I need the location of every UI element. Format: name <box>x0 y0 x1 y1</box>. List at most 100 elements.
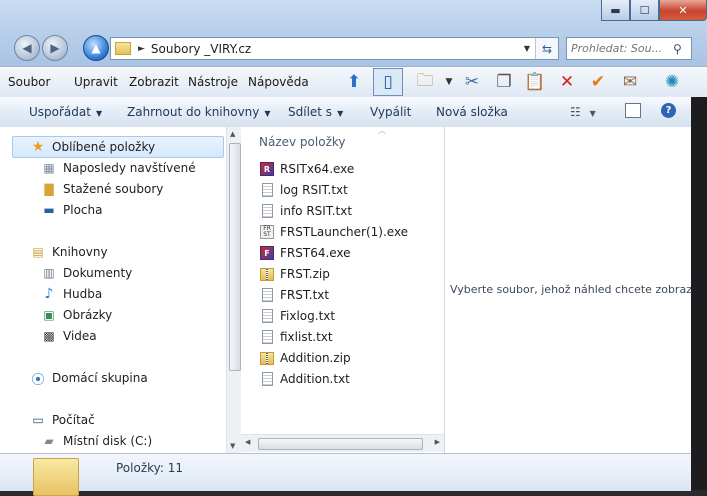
checkmark-icon[interactable]: ✔ <box>586 70 610 94</box>
maximize-button[interactable]: ☐ <box>630 0 659 21</box>
forward-button[interactable]: ▶ <box>42 35 68 61</box>
folder-icon <box>115 42 131 55</box>
copy-icon[interactable]: ❐ <box>492 70 516 94</box>
address-bar[interactable]: ► Soubory _VIRY.cz ▼ ⇆ <box>110 37 559 60</box>
chevron-down-icon: ▼ <box>337 109 344 118</box>
menu-edit[interactable]: Upravit <box>74 75 118 89</box>
file-row[interactable]: Fixlog.txt <box>259 306 335 326</box>
cut-icon[interactable]: ✂ <box>460 70 484 94</box>
sort-indicator-icon: ︿ <box>378 126 386 135</box>
text-file-icon <box>259 308 275 324</box>
hard-drive-icon: ▰ <box>44 434 54 448</box>
video-film-icon: ▩ <box>43 329 55 343</box>
scroll-right-icon[interactable]: ▶ <box>435 438 440 446</box>
downloads-folder-icon: ▇ <box>44 182 54 196</box>
zip-file-icon <box>259 350 275 366</box>
scroll-left-icon[interactable]: ◀ <box>245 438 250 446</box>
nav-favorites[interactable]: ★ Oblíbené položky <box>30 137 155 157</box>
preview-pane-icon[interactable] <box>625 103 641 118</box>
nav-pane-scrollbar[interactable]: ▲ ▼ <box>226 127 241 453</box>
desktop-background-strip <box>691 97 707 490</box>
burn-button[interactable]: Vypálit <box>370 105 411 119</box>
menu-tools[interactable]: Nástroje <box>188 75 238 89</box>
navigation-bar: ◀ ▶ ▲ ► Soubory _VIRY.cz ▼ ⇆ ⚲ <box>0 33 707 63</box>
nav-downloads[interactable]: ▇ Stažené soubory <box>41 179 163 199</box>
nav-homegroup[interactable]: ⦿ Domácí skupina <box>30 368 147 388</box>
star-icon: ★ <box>31 139 45 155</box>
nav-videos[interactable]: ▩ Videa <box>41 326 96 346</box>
nav-libraries[interactable]: ▤ Knihovny <box>30 242 107 262</box>
toolbar-pane-toggle-icon[interactable]: ▯ <box>373 68 403 96</box>
menu-view[interactable]: Zobrazit <box>129 75 179 89</box>
menu-file[interactable]: Soubor <box>8 75 50 89</box>
organize-button[interactable]: Uspořádat ▼ <box>29 105 102 119</box>
file-row[interactable]: FRST.zip <box>259 264 330 284</box>
delete-icon[interactable]: ✕ <box>555 70 579 94</box>
mail-icon[interactable]: ✉ <box>618 70 642 94</box>
file-row[interactable]: FRST.txt <box>259 285 329 305</box>
text-file-icon <box>259 287 275 303</box>
file-row[interactable]: Addition.txt <box>259 369 350 389</box>
nav-recent[interactable]: ▦ Naposledy navštívené <box>41 158 195 178</box>
nav-music[interactable]: ♪ Hudba <box>41 284 103 304</box>
rsit-exe-icon: R <box>259 161 275 177</box>
breadcrumb-current[interactable]: Soubory _VIRY.cz <box>151 42 251 56</box>
file-row[interactable]: fixlist.txt <box>259 327 333 347</box>
share-button[interactable]: Sdílet s ▼ <box>288 105 343 119</box>
documents-icon: ▥ <box>43 266 55 280</box>
text-file-icon <box>259 329 275 345</box>
search-box[interactable]: ⚲ <box>566 37 692 60</box>
zip-file-icon <box>259 266 275 282</box>
nav-desktop[interactable]: ▬ Plocha <box>41 200 102 220</box>
forward-arrow-icon: ▶ <box>50 41 60 55</box>
view-options-icon[interactable]: ☷ ▼ <box>570 105 596 119</box>
text-file-icon <box>259 371 275 387</box>
back-arrow-icon: ◀ <box>22 41 32 55</box>
scroll-down-icon[interactable]: ▼ <box>230 442 235 450</box>
close-button[interactable]: ✕ <box>659 0 707 21</box>
back-button[interactable]: ◀ <box>14 35 40 61</box>
frst-launcher-icon: FR ST <box>259 224 275 240</box>
explorer-window: ▬ ☐ ✕ ◀ ▶ ▲ ► Soubory _VIRY.cz ▼ ⇆ ⚲ Sou… <box>0 0 707 496</box>
refresh-icon: ⇆ <box>541 41 553 56</box>
details-pane: Položky: 11 <box>0 453 691 496</box>
search-icon[interactable]: ⚲ <box>673 42 682 56</box>
scroll-up-icon[interactable]: ▲ <box>230 130 235 138</box>
help-icon[interactable]: ? <box>661 103 676 118</box>
file-row[interactable]: info RSIT.txt <box>259 201 352 221</box>
refresh-button[interactable]: ⇆ <box>535 38 558 59</box>
file-list-horizontal-scrollbar[interactable]: ◀ ▶ <box>241 434 444 452</box>
column-header-name[interactable]: Název položky <box>259 135 345 149</box>
toolbar-properties-icon[interactable]: 🗀 <box>413 70 437 94</box>
minimize-button[interactable]: ▬ <box>601 0 630 21</box>
up-button[interactable]: ▲ <box>83 35 109 61</box>
nav-computer[interactable]: ▭ Počítač <box>30 410 94 430</box>
new-folder-button[interactable]: Nová složka <box>436 105 508 119</box>
file-row[interactable]: R RSITx64.exe <box>259 159 354 179</box>
preview-pane: Vyberte soubor, jehož náhled chcete zobr… <box>445 127 703 453</box>
file-row[interactable]: log RSIT.txt <box>259 180 348 200</box>
file-row[interactable]: F FRST64.exe <box>259 243 351 263</box>
add-to-library-button[interactable]: Zahrnout do knihovny ▼ <box>127 105 271 119</box>
up-arrow-icon: ▲ <box>91 41 101 55</box>
file-row[interactable]: FR ST FRSTLauncher(1).exe <box>259 222 408 242</box>
toolbar-up-icon[interactable]: ⬆ <box>342 70 366 94</box>
chevron-down-icon: ▼ <box>95 109 103 118</box>
command-bar: Uspořádat ▼ Zahrnout do knihovny ▼ Sdílet … <box>0 97 707 128</box>
caption-buttons: ▬ ☐ ✕ <box>601 0 707 22</box>
nav-documents[interactable]: ▥ Dokumenty <box>41 263 132 283</box>
address-dropdown-icon[interactable]: ▼ <box>524 44 530 53</box>
nav-local-disk[interactable]: ▰ Místní disk (C:) <box>41 431 152 451</box>
chevron-down-icon: ▼ <box>264 109 271 118</box>
breadcrumb-separator[interactable]: ► <box>138 44 145 54</box>
toolbar-dropdown-icon[interactable]: ▼ <box>437 70 461 94</box>
frst-exe-icon: F <box>259 245 275 261</box>
menu-help[interactable]: Nápověda <box>248 75 309 89</box>
globe-icon[interactable]: ✺ <box>660 70 684 94</box>
scroll-thumb[interactable] <box>258 438 423 450</box>
search-input[interactable] <box>567 41 673 56</box>
scroll-thumb[interactable] <box>229 143 241 371</box>
file-row[interactable]: Addition.zip <box>259 348 351 368</box>
nav-pictures[interactable]: ▣ Obrázky <box>41 305 112 325</box>
paste-icon[interactable]: 📋 <box>523 70 547 94</box>
